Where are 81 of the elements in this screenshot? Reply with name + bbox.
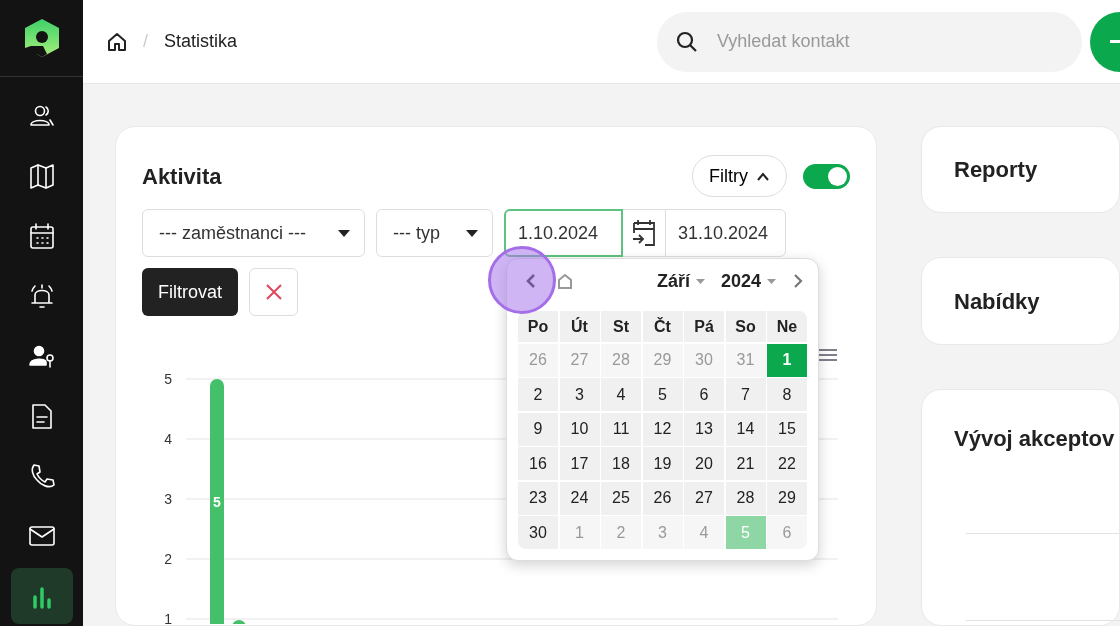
sidebar-item[interactable] — [10, 568, 73, 624]
day-cell[interactable]: 15 — [767, 412, 807, 446]
day-cell[interactable]: 11 — [601, 412, 641, 446]
day-cell[interactable]: 20 — [684, 447, 724, 480]
filter-button[interactable]: Filtrovat — [142, 268, 238, 316]
type-select[interactable]: --- typ — [376, 209, 493, 257]
cut-off-bar — [232, 620, 246, 624]
day-cell[interactable]: 13 — [684, 412, 724, 446]
employee-select[interactable]: --- zaměstnanci --- — [142, 209, 365, 257]
date-to-field[interactable]: 31.10.2024 — [665, 209, 786, 257]
mail-icon — [28, 523, 55, 549]
breadcrumb-separator: / — [143, 30, 148, 53]
search-field[interactable]: Vyhledat kontakt — [657, 11, 1082, 72]
previous-month-button[interactable] — [525, 273, 537, 289]
axis-tick-label: 4 — [164, 431, 172, 447]
day-cell[interactable]: 7 — [725, 378, 766, 411]
day-cell[interactable]: 8 — [767, 378, 807, 411]
day-cell[interactable]: 28 — [725, 481, 766, 515]
axis-tick-label: 1 — [164, 611, 172, 624]
weekday-header: Út — [559, 311, 600, 342]
calendar-arrow-icon — [631, 219, 657, 247]
chevron-icon — [756, 171, 770, 181]
caret-icon — [767, 278, 776, 284]
bell-icon — [28, 283, 55, 309]
card-title: Aktivita — [142, 162, 222, 191]
axis-tick-label: 2 — [164, 551, 172, 567]
filters-button[interactable]: Filtry — [692, 155, 787, 197]
day-cell[interactable]: 3 — [559, 378, 600, 411]
day-cell[interactable]: 17 — [559, 447, 600, 480]
day-cell[interactable]: 23 — [518, 481, 558, 515]
day-cell[interactable]: 5 — [642, 378, 683, 411]
day-cell[interactable]: 21 — [725, 447, 766, 480]
month-dropdown[interactable]: Září — [656, 267, 705, 295]
weekday-header: St — [601, 311, 641, 342]
weekday-header: So — [725, 311, 766, 342]
bar-value-label: 5 — [213, 493, 221, 510]
day-cell[interactable]: 4 — [601, 378, 641, 411]
day-cell[interactable]: 2 — [518, 378, 558, 411]
weekday-header: Čt — [642, 311, 683, 342]
day-cell[interactable]: 30 — [518, 516, 558, 549]
weekday-header: Po — [518, 311, 558, 342]
axis-tick-label: 5 — [164, 371, 172, 387]
search-icon — [676, 30, 698, 53]
day-cell[interactable]: 12 — [642, 412, 683, 446]
user-key-icon — [28, 343, 55, 369]
day-cell[interactable]: 22 — [767, 447, 807, 480]
close-icon — [264, 283, 283, 301]
day-cell[interactable]: 18 — [601, 447, 641, 480]
caret-icon — [338, 229, 350, 237]
click-indicator — [488, 246, 556, 314]
day-cell[interactable]: 25 — [601, 481, 641, 515]
year-dropdown[interactable]: 2024 — [720, 267, 776, 295]
logo-icon — [22, 18, 61, 58]
breadcrumb-item: Statistika — [164, 30, 238, 53]
card-title: Nabídky — [954, 287, 1040, 316]
date-from-field[interactable]: 1.10.2024 — [504, 209, 623, 257]
calendar-icon — [28, 223, 55, 249]
weekday-header: Ne — [767, 311, 807, 342]
card-title: Reporty — [954, 156, 1038, 185]
day-cell[interactable]: 10 — [559, 412, 600, 446]
day-cell[interactable]: 6 — [684, 378, 724, 411]
toggle-switch[interactable] — [803, 163, 850, 189]
day-cell[interactable]: 27 — [684, 481, 724, 515]
home-icon[interactable] — [107, 31, 127, 52]
card-title: Vývoj akceptov — [954, 424, 1115, 453]
clear-button[interactable] — [249, 268, 298, 316]
caret-icon — [695, 278, 705, 284]
day-cell[interactable]: 19 — [642, 447, 683, 480]
map-icon — [28, 163, 55, 189]
day-cell[interactable]: 14 — [725, 412, 766, 446]
menu-icon[interactable] — [818, 349, 838, 361]
weekday-header: Pá — [684, 311, 724, 342]
axis-tick-label: 3 — [164, 491, 172, 507]
day-cell[interactable]: 16 — [518, 447, 558, 480]
next-month-button[interactable] — [792, 273, 804, 289]
people-icon — [28, 103, 55, 129]
day-cell[interactable]: 9 — [518, 412, 558, 446]
day-cell[interactable]: 29 — [767, 481, 807, 515]
day-cell[interactable]: 26 — [642, 481, 683, 515]
caret-icon — [466, 229, 478, 237]
day-cell[interactable]: 24 — [559, 481, 600, 515]
